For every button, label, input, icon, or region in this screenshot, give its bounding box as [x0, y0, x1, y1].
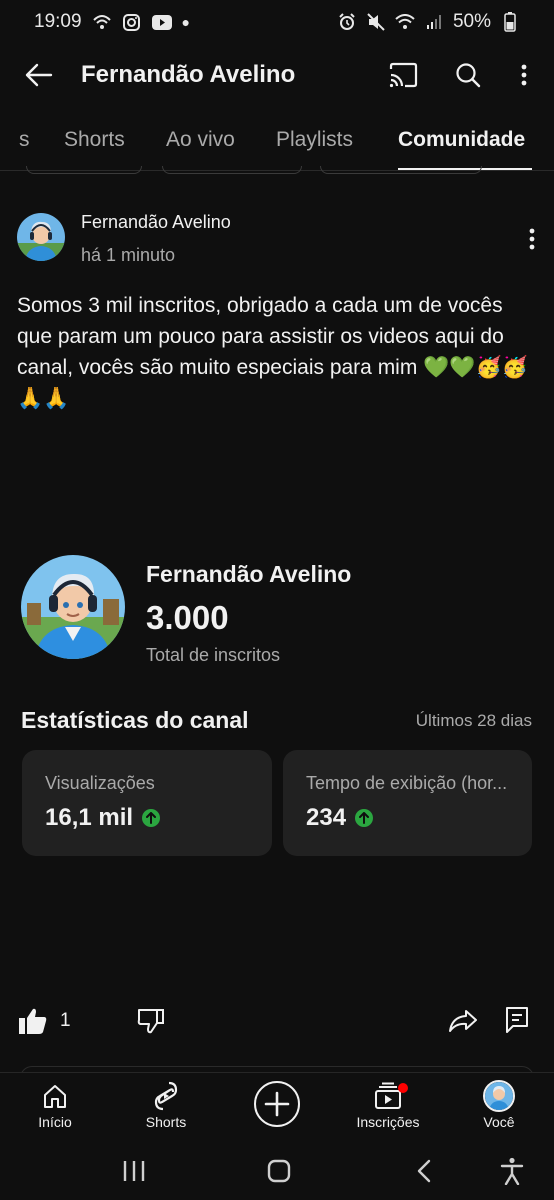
post-author-name[interactable]: Fernandão Avelino — [81, 212, 231, 233]
shorts-icon — [154, 1081, 178, 1111]
status-bar: 19:09 ● 50% — [0, 0, 554, 44]
back-button[interactable] — [22, 58, 56, 92]
nav-shorts[interactable]: Shorts — [121, 1079, 211, 1130]
signal-icon — [424, 12, 444, 32]
recent-apps-button[interactable] — [114, 1156, 154, 1186]
more-vert-icon — [529, 228, 535, 250]
battery-text: 50% — [452, 11, 491, 32]
chevron-left-icon — [417, 1159, 431, 1183]
like-button[interactable] — [17, 1006, 49, 1036]
stats-range: Últimos 28 dias — [415, 711, 532, 730]
post-more-button[interactable] — [520, 224, 544, 254]
wifi-icon — [395, 12, 415, 32]
tab-comunidade[interactable]: Comunidade — [398, 128, 525, 152]
status-time: 19:09 — [34, 11, 82, 32]
share-icon — [449, 1010, 477, 1032]
post-author-avatar[interactable] — [17, 213, 65, 261]
wifi-calling-icon — [92, 12, 112, 32]
nav-subscriptions[interactable]: Inscrições — [343, 1079, 433, 1130]
nav-label: Inscrições — [356, 1114, 420, 1130]
stat-label: Tempo de exibição (hor... — [306, 773, 508, 793]
bottom-navigation: Início Shorts Inscrições Você — [0, 1072, 554, 1144]
notification-dot — [398, 1083, 408, 1093]
subscriber-count-label: Total de inscritos — [146, 645, 281, 665]
post-text: Somos 3 mil inscritos, obrigado a cada u… — [17, 294, 528, 410]
like-count: 1 — [60, 1010, 71, 1031]
thumbs-down-icon — [137, 1009, 164, 1034]
comments-button[interactable] — [503, 1005, 531, 1035]
instagram-icon — [122, 12, 142, 32]
trend-up-icon — [142, 809, 161, 827]
trend-up-icon — [355, 809, 374, 827]
card-channel-name: Fernandão Avelino — [146, 561, 352, 587]
nav-you[interactable]: Você — [454, 1079, 544, 1130]
channel-tabs: s Shorts Ao vivo Playlists Comunidade — [0, 112, 554, 172]
stat-value: 16,1 mil — [45, 804, 134, 831]
tab-shorts[interactable]: Shorts — [64, 128, 125, 152]
tab-playlists[interactable]: Playlists — [276, 128, 353, 152]
comment-icon — [506, 1007, 528, 1033]
home-icon — [44, 1085, 66, 1108]
stats-title: Estatísticas do canal — [21, 707, 249, 733]
back-system-button[interactable] — [404, 1156, 444, 1186]
back-arrow-icon — [25, 63, 53, 87]
mute-icon — [366, 12, 386, 32]
nav-label: Início — [38, 1114, 72, 1130]
accessibility-button[interactable] — [492, 1156, 532, 1186]
share-button[interactable] — [447, 1006, 479, 1036]
accessibility-icon — [500, 1157, 524, 1185]
recent-apps-icon — [123, 1161, 145, 1181]
channel-title: Fernandão Avelino — [81, 61, 296, 88]
create-button[interactable] — [254, 1081, 300, 1127]
more-vert-icon — [521, 64, 527, 86]
battery-icon — [500, 12, 520, 32]
nav-label: Shorts — [145, 1114, 187, 1130]
chip-edge — [162, 166, 302, 174]
thumbs-up-icon — [19, 1008, 47, 1034]
cast-button[interactable] — [386, 58, 420, 92]
chip-edge — [320, 166, 482, 174]
home-system-button[interactable] — [259, 1156, 299, 1186]
tab-ao-vivo[interactable]: Ao vivo — [166, 128, 235, 152]
dot-icon: ● — [181, 14, 191, 30]
nav-label: Você — [483, 1114, 515, 1130]
stat-card-watch-time: Tempo de exibição (hor... 234 — [283, 750, 532, 856]
post-timestamp: há 1 minuto — [81, 245, 176, 265]
nav-home[interactable]: Início — [10, 1079, 100, 1130]
cast-icon — [389, 62, 418, 88]
subscriber-count: 3.000 — [146, 599, 229, 636]
tab-partial[interactable]: s — [19, 128, 30, 152]
stat-label: Visualizações — [45, 773, 155, 793]
channel-avatar — [21, 555, 125, 659]
search-icon — [456, 63, 481, 88]
alarm-icon — [337, 12, 357, 32]
stat-value-row: 234 — [306, 804, 374, 832]
stat-card-views: Visualizações 16,1 mil — [22, 750, 272, 856]
search-button[interactable] — [451, 58, 485, 92]
stat-value-row: 16,1 mil — [45, 804, 161, 832]
stat-value: 234 — [306, 804, 347, 831]
more-options-button[interactable] — [510, 58, 538, 92]
system-navigation-bar — [0, 1144, 554, 1200]
home-square-icon — [267, 1159, 291, 1183]
avatar — [483, 1080, 515, 1112]
dislike-button[interactable] — [136, 1006, 166, 1036]
chip-edge — [26, 166, 142, 174]
create-plus-icon — [264, 1091, 290, 1117]
app-bar: Fernandão Avelino — [0, 44, 554, 108]
youtube-icon — [151, 12, 172, 32]
